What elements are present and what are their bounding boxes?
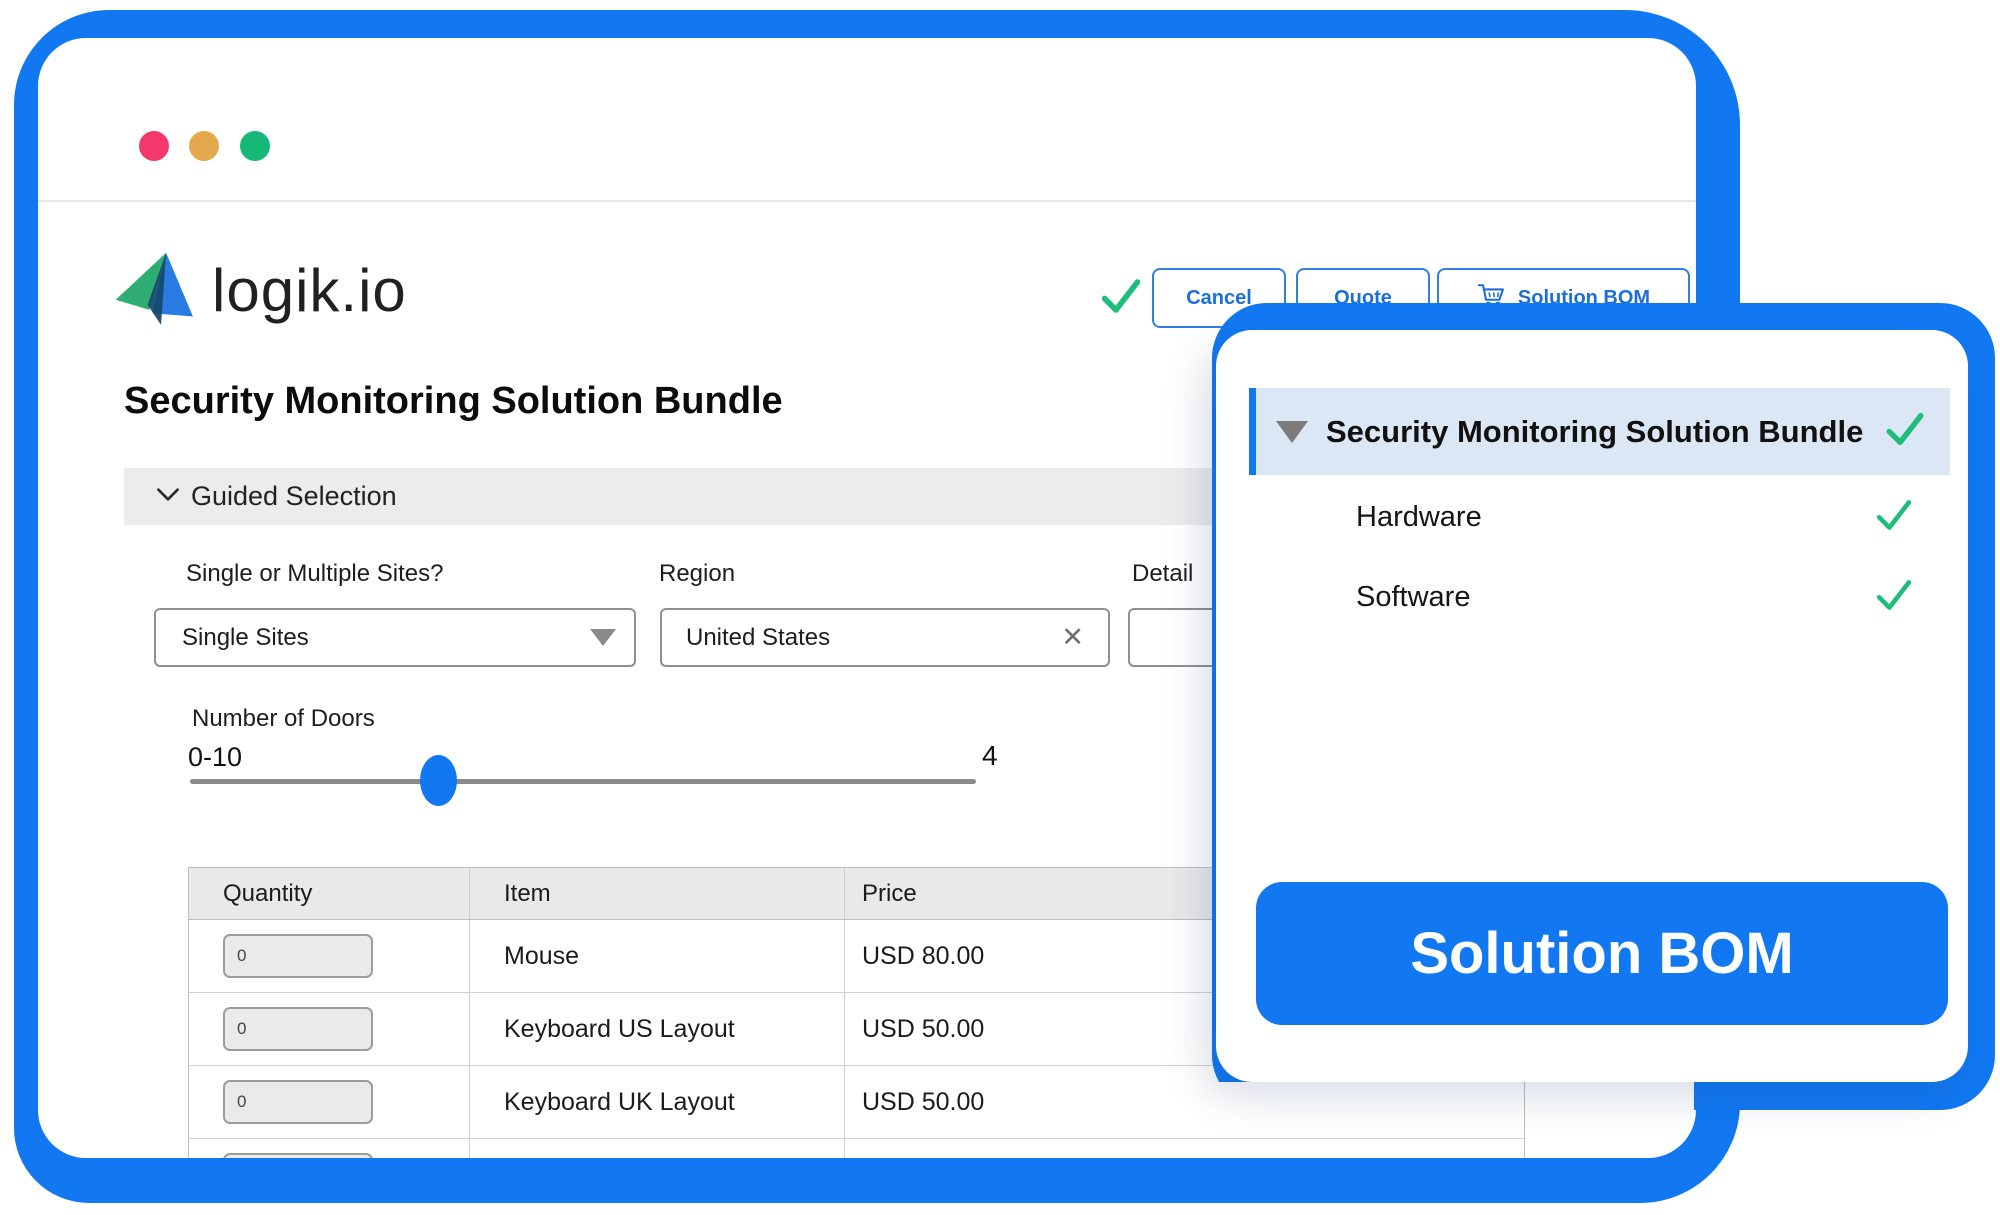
col-header-quantity: Quantity: [223, 879, 313, 907]
titlebar-divider: [38, 200, 1696, 202]
quantity-input[interactable]: [223, 1153, 373, 1158]
slider-value: 4: [982, 740, 998, 771]
cancel-button-label: Cancel: [1186, 286, 1252, 309]
region-field-label: Region: [659, 560, 736, 587]
bom-item-label: Software: [1356, 580, 1471, 613]
bundle-label: Security Monitoring Solution Bundle: [1326, 413, 1864, 449]
caret-down-icon: [1276, 420, 1308, 443]
chevron-down-icon: [156, 486, 180, 508]
price-cell: USD 50.00: [862, 1014, 985, 1043]
guided-selection-label: Guided Selection: [191, 481, 397, 511]
price-cell: USD 80.00: [862, 941, 985, 970]
traffic-light-minimize[interactable]: [189, 131, 219, 161]
quantity-input[interactable]: [223, 1007, 373, 1051]
item-cell: Keyboard US Layout: [504, 1014, 735, 1043]
bom-panel: Security Monitoring Solution Bundle Hard…: [1216, 330, 1968, 1082]
bom-item-hardware[interactable]: Hardware: [1252, 489, 1928, 545]
col-header-item: Item: [504, 879, 551, 907]
table-row: Monitor 1080 USD 2500.00: [189, 1139, 1524, 1158]
region-field[interactable]: United States ✕: [660, 608, 1110, 667]
region-field-value: United States: [686, 623, 831, 651]
slider-track[interactable]: [190, 779, 976, 784]
check-icon: [1876, 579, 1912, 616]
slider-label: Number of Doors: [192, 705, 375, 732]
sites-select-value: Single Sites: [182, 623, 309, 651]
bom-item-label: Hardware: [1356, 500, 1482, 533]
bom-item-software[interactable]: Software: [1252, 569, 1928, 625]
slider-thumb[interactable]: [420, 755, 457, 806]
clear-x-icon[interactable]: ✕: [1061, 624, 1084, 651]
check-icon: [1886, 412, 1924, 451]
traffic-light-close[interactable]: [139, 131, 169, 161]
price-cell: USD 50.00: [862, 1087, 985, 1116]
quantity-input[interactable]: [223, 934, 373, 978]
logo-text: logik.io: [212, 256, 407, 324]
item-cell: Keyboard UK Layout: [504, 1087, 735, 1116]
detail-field-label: Detail: [1132, 560, 1194, 587]
page-title: Security Monitoring Solution Bundle: [124, 380, 783, 422]
bundle-tree-item[interactable]: Security Monitoring Solution Bundle: [1249, 388, 1950, 475]
col-header-price: Price: [862, 879, 917, 907]
status-check-icon: [1101, 278, 1141, 319]
traffic-light-zoom[interactable]: [240, 131, 270, 161]
item-cell: Mouse: [504, 941, 580, 970]
paper-plane-icon: [114, 249, 198, 332]
check-icon: [1876, 499, 1912, 536]
slider-range-label: 0-10: [188, 742, 243, 772]
sites-field-label: Single or Multiple Sites?: [186, 560, 444, 587]
solution-bom-cta-button[interactable]: Solution BOM: [1256, 882, 1948, 1025]
caret-down-icon: [590, 629, 616, 646]
sites-select[interactable]: Single Sites: [154, 608, 636, 667]
quantity-input[interactable]: [223, 1080, 373, 1124]
logo: logik.io: [114, 248, 407, 332]
hero-canvas: logik.io Cancel Quote Solution BOM Secur…: [0, 0, 2000, 1215]
